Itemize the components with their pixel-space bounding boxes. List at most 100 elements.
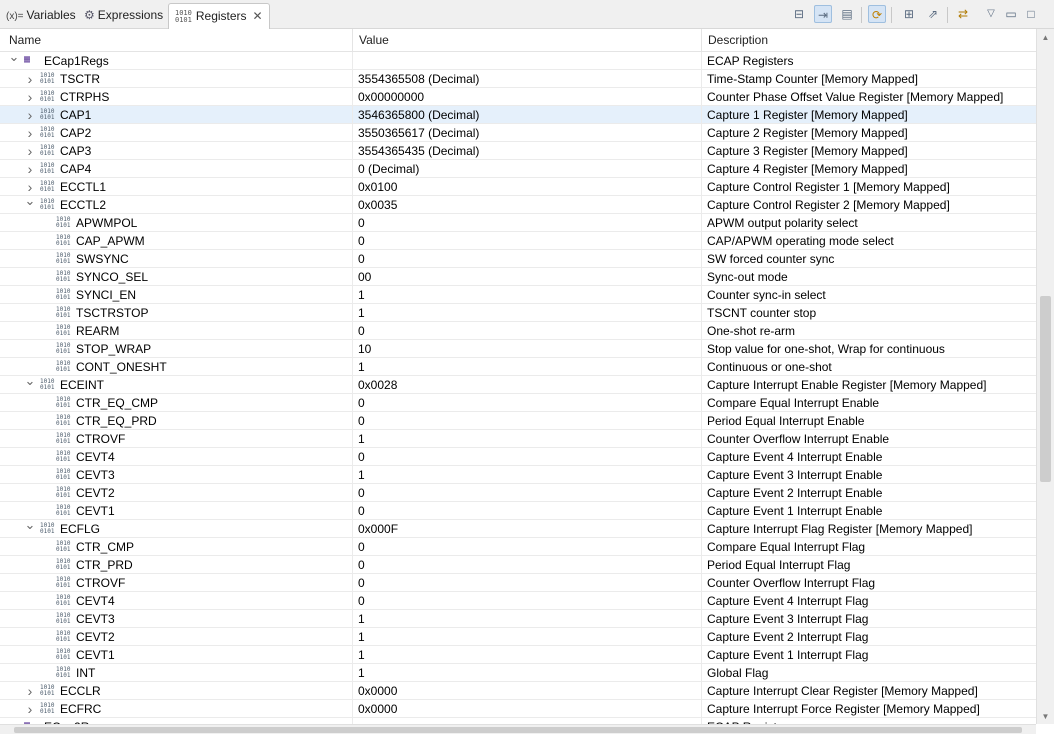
register-field-row[interactable]: 1010 0101 CEVT4 0 Capture Event 4 Interrupt … [0, 592, 1036, 610]
register-value[interactable]: 1 [352, 646, 701, 664]
register-field-row[interactable]: 1010 0101 CTR_EQ_CMP 0 Compare Equal Interru… [0, 394, 1036, 412]
register-field-row[interactable]: 1010 0101 CEVT1 1 Capture Event 1 Interrupt … [0, 646, 1036, 664]
register-value[interactable]: 0 [352, 214, 701, 232]
register-value[interactable]: 3550365617 (Decimal) [352, 124, 701, 142]
chevron-right-icon[interactable]: › [24, 106, 36, 124]
register-row[interactable]: › 1010 0101 CAP4 0 (Decimal) Capture 4 Regist… [0, 160, 1036, 178]
register-field-row[interactable]: 1010 0101 CEVT3 1 Capture Event 3 Interrupt … [0, 466, 1036, 484]
register-value[interactable]: 3554365508 (Decimal) [352, 70, 701, 88]
tab-variables[interactable]: (x)= Variables [6, 4, 76, 28]
register-value[interactable]: 10 [352, 340, 701, 358]
chevron-right-icon[interactable]: › [24, 682, 36, 700]
register-value[interactable]: 3546365800 (Decimal) [352, 106, 701, 124]
register-field-row[interactable]: 1010 0101 STOP_WRAP 10 Stop value for one-sh… [0, 340, 1036, 358]
register-field-row[interactable]: 1010 0101 SYNCO_SEL 00 Sync-out mode [0, 268, 1036, 286]
register-field-row[interactable]: 1010 0101 SYNCI_EN 1 Counter sync-in select [0, 286, 1036, 304]
close-tab-icon[interactable]: ✕ [253, 9, 263, 23]
minimize-icon[interactable]: ▭ [1002, 5, 1020, 23]
register-value[interactable]: 0x0000 [352, 700, 701, 718]
register-field-row[interactable]: 1010 0101 CTROVF 0 Counter Overflow Interrup… [0, 574, 1036, 592]
register-field-row[interactable]: 1010 0101 CTR_EQ_PRD 0 Period Equal Interrup… [0, 412, 1036, 430]
vertical-scrollbar[interactable]: ▲ ▼ [1036, 29, 1054, 724]
register-field-row[interactable]: 1010 0101 CTR_CMP 0 Compare Equal Interrupt … [0, 538, 1036, 556]
chevron-right-icon[interactable]: › [24, 88, 36, 106]
new-group-icon[interactable]: ⊞ [900, 5, 918, 23]
register-field-row[interactable]: 1010 0101 CEVT1 0 Capture Event 1 Interrupt … [0, 502, 1036, 520]
register-value[interactable]: 0 [352, 412, 701, 430]
register-field-row[interactable]: 1010 0101 REARM 0 One-shot re-arm [0, 322, 1036, 340]
column-header-value[interactable]: Value [352, 29, 700, 51]
layout-icon[interactable]: ▤ [838, 5, 856, 23]
chevron-down-icon[interactable]: ⌄ [8, 52, 20, 66]
register-field-row[interactable]: 1010 0101 CTR_PRD 0 Period Equal Interrupt F… [0, 556, 1036, 574]
register-row[interactable]: › 1010 0101 CTRPHS 0x00000000 Counter Phase O… [0, 88, 1036, 106]
refresh-icon[interactable]: ⟳ [868, 5, 886, 23]
register-field-row[interactable]: 1010 0101 CTROVF 1 Counter Overflow Interrup… [0, 430, 1036, 448]
tab-registers[interactable]: 1010 0101 Registers ✕ [168, 3, 270, 29]
register-value[interactable]: 0x00000000 [352, 88, 701, 106]
register-value[interactable]: 0 [352, 556, 701, 574]
register-value[interactable]: 1 [352, 664, 701, 682]
scroll-up-icon[interactable]: ▲ [1037, 33, 1054, 42]
chevron-right-icon[interactable]: › [24, 124, 36, 142]
collapse-all-icon[interactable]: ⊟ [790, 5, 808, 23]
view-menu-icon[interactable]: ▽ [982, 5, 1000, 23]
register-value[interactable]: 1 [352, 430, 701, 448]
show-details-icon[interactable]: ⇥ [814, 5, 832, 23]
register-value[interactable]: 0x0035 [352, 196, 701, 214]
register-field-row[interactable]: 1010 0101 CONT_ONESHT 1 Continuous or one-sh… [0, 358, 1036, 376]
register-field-row[interactable]: 1010 0101 INT 1 Global Flag [0, 664, 1036, 682]
register-value[interactable]: 0 [352, 232, 701, 250]
register-value[interactable]: 0x0000 [352, 682, 701, 700]
register-value[interactable]: 0x0028 [352, 376, 701, 394]
register-value[interactable]: 0 [352, 502, 701, 520]
register-row[interactable]: › 1010 0101 CAP2 3550365617 (Decimal) Capture… [0, 124, 1036, 142]
register-value[interactable]: 1 [352, 286, 701, 304]
register-field-row[interactable]: 1010 0101 CEVT3 1 Capture Event 3 Interrupt … [0, 610, 1036, 628]
register-value[interactable]: 3554365435 (Decimal) [352, 142, 701, 160]
chevron-right-icon[interactable]: › [24, 142, 36, 160]
register-row[interactable]: ⌄ 1010 0101 ECCTL2 0x0035 Capture Control Reg… [0, 193, 1036, 214]
register-value[interactable]: 0x0100 [352, 178, 701, 196]
column-header-name[interactable]: Name [0, 29, 352, 51]
chevron-down-icon[interactable]: ⌄ [24, 192, 36, 210]
scroll-down-icon[interactable]: ▼ [1037, 712, 1054, 721]
vertical-scroll-thumb[interactable] [1040, 296, 1051, 482]
register-field-row[interactable]: 1010 0101 SWSYNC 0 SW forced counter sync [0, 250, 1036, 268]
register-row[interactable]: ⌄ 1010 0101 ECFLG 0x000F Capture Interrupt Fl… [0, 517, 1036, 538]
chevron-right-icon[interactable]: › [24, 700, 36, 718]
register-value[interactable]: 1 [352, 610, 701, 628]
register-value[interactable]: 1 [352, 628, 701, 646]
maximize-icon[interactable]: □ [1022, 5, 1040, 23]
register-value[interactable]: 0 [352, 448, 701, 466]
register-row[interactable]: › 1010 0101 ECCTL1 0x0100 Capture Control Reg… [0, 178, 1036, 196]
register-field-row[interactable]: 1010 0101 CEVT4 0 Capture Event 4 Interrupt … [0, 448, 1036, 466]
register-field-row[interactable]: 1010 0101 CEVT2 1 Capture Event 2 Interrupt … [0, 628, 1036, 646]
register-group-row[interactable]: ⌄ ▦ ECap1Regs ECAP Registers [0, 52, 1036, 70]
register-value[interactable]: 0 [352, 592, 701, 610]
register-field-row[interactable]: 1010 0101 APWMPOL 0 APWM output polarity se… [0, 214, 1036, 232]
register-value[interactable]: 0 [352, 484, 701, 502]
column-header-description[interactable]: Description [701, 29, 1043, 51]
register-value[interactable]: 1 [352, 358, 701, 376]
register-value[interactable]: 0 (Decimal) [352, 160, 701, 178]
register-row[interactable]: › 1010 0101 TSCTR 3554365508 (Decimal) Time-S… [0, 70, 1036, 88]
register-value[interactable]: 0 [352, 250, 701, 268]
register-field-row[interactable]: 1010 0101 CAP_APWM 0 CAP/APWM operating mode… [0, 232, 1036, 250]
register-value[interactable]: 0 [352, 574, 701, 592]
register-row[interactable]: ⌄ 1010 0101 ECEINT 0x0028 Capture Interrupt E… [0, 373, 1036, 394]
tab-expressions[interactable]: ⚙ Expressions [84, 4, 163, 28]
register-value[interactable]: 0 [352, 322, 701, 340]
register-value[interactable]: 0 [352, 538, 701, 556]
register-value[interactable]: 1 [352, 304, 701, 322]
sync-icon[interactable]: ⇄ [954, 5, 972, 23]
export-icon[interactable]: ⇗ [924, 5, 942, 23]
register-row[interactable]: › 1010 0101 ECFRC 0x0000 Capture Interrupt Fo… [0, 700, 1036, 718]
register-value[interactable]: 1 [352, 466, 701, 484]
register-field-row[interactable]: 1010 0101 CEVT2 0 Capture Event 2 Interrupt … [0, 484, 1036, 502]
register-value[interactable]: 00 [352, 268, 701, 286]
register-row[interactable]: › 1010 0101 ECCLR 0x0000 Capture Interrupt Cl… [0, 682, 1036, 700]
horizontal-scrollbar[interactable] [0, 724, 1036, 734]
horizontal-scroll-thumb[interactable] [14, 727, 1022, 733]
chevron-down-icon[interactable]: ⌄ [24, 516, 36, 534]
